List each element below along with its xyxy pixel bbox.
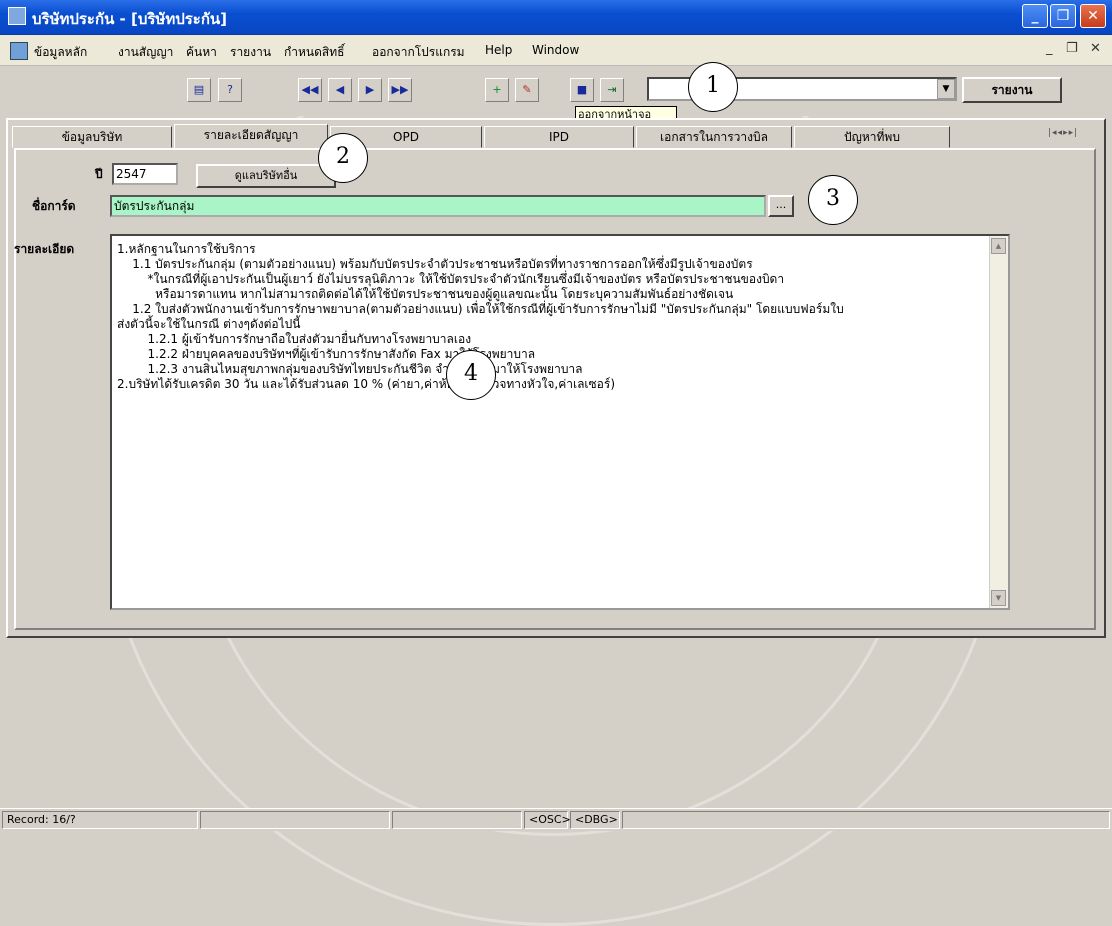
tab-scroll-arrows[interactable]: |◂◂▸▸| [1048,128,1098,146]
minimize-button[interactable]: _ [1022,4,1048,28]
detail-line: หรือมารดาแทน หากไม่สามารถติดต่อได้ให้ใช้… [117,287,734,301]
callout-2: 2 [318,133,368,183]
menu-search[interactable]: ค้นหา [186,43,217,62]
card-name-field[interactable]: บัตรประกันกลุ่ม [110,195,766,217]
chevron-down-icon[interactable]: ▼ [937,79,955,99]
record-status: Record: 16/? [2,811,198,829]
app-icon [8,7,26,25]
maximize-button[interactable]: ❐ [1050,4,1076,28]
tab-contract-details[interactable]: รายละเอียดสัญญา [174,124,328,148]
detail-line: 1.2.1 ผู้เข้ารับการรักษาถือใบส่งตัวมายื่… [117,332,472,346]
callout-1: 1 [688,62,738,112]
prev-record-icon: ◀ [335,83,345,96]
detail-textarea[interactable]: 1.หลักฐานในการใช้บริการ 1.1 บัตรประกันกล… [110,234,1010,610]
dbg-indicator: <DBG> [570,811,620,829]
menu-bar: ข้อมูลหลัก งานสัญญา ค้นหา รายงาน กำหนดสิ… [0,35,1112,66]
status-cell-3 [392,811,522,829]
card-name-label: ชื่อการ์ด [32,199,76,213]
print-button[interactable]: ▤ [187,78,211,102]
delete-record-button[interactable]: ✎ [515,78,539,102]
mdi-close-button[interactable]: ✕ [1090,41,1101,56]
first-record-icon: ◀◀ [301,83,319,96]
tab-ipd[interactable]: IPD [484,126,634,148]
detail-line: 1.1 บัตรประกันกลุ่ม (ตามตัวอย่างแนบ) พร้… [117,257,753,271]
mdi-restore-button[interactable]: ❐ [1066,41,1078,56]
document-icon [10,42,28,60]
osc-indicator: <OSC> [524,811,571,829]
menu-help[interactable]: Help [485,43,512,57]
menu-exit-program[interactable]: ออกจากโปรแกรม [372,43,465,62]
close-button[interactable]: ✕ [1080,4,1106,28]
detail-line: 1.หลักฐานในการใช้บริการ [117,242,256,256]
title-bar: บริษัทประกัน - [บริษัทประกัน] _ ❐ ✕ [0,0,1112,35]
detail-label: รายละเอียด [14,242,75,256]
next-record-icon: ▶ [365,83,375,96]
callout-4: 4 [446,350,496,400]
menu-contracts[interactable]: งานสัญญา [118,43,173,62]
new-record-button[interactable]: + [485,78,509,102]
detail-line: 1.2.3 งานสินไหมสุขภาพกลุ่มของบริษัทไทยปร… [117,362,583,376]
save-icon: ■ [576,83,588,96]
care-other-company-button[interactable]: ดูแลบริษัทอื่น [196,164,336,188]
status-bar: Record: 16/? <OSC> <DBG> [0,808,1112,831]
delete-record-icon: ✎ [522,83,532,96]
menu-master-data[interactable]: ข้อมูลหลัก [34,43,87,62]
tab-company-info[interactable]: ข้อมูลบริษัท [12,126,172,148]
year-field[interactable]: 2547 [112,163,178,185]
detail-line: 2.บริษัทได้รับเครดิต 30 วัน และได้รับส่ว… [117,377,616,391]
save-button[interactable]: ■ [570,78,594,102]
prev-record-button[interactable]: ◀ [328,78,352,102]
report-button[interactable]: รายงาน [962,77,1062,103]
year-label: ปี [95,167,103,181]
scroll-up-icon[interactable]: ▲ [991,238,1006,254]
detail-line: *ในกรณีที่ผู้เอาประกันเป็นผู้เยาว์ ยังไม… [117,272,785,286]
menu-window[interactable]: Window [532,43,579,57]
last-record-button[interactable]: ▶▶ [388,78,412,102]
status-cell-6 [622,811,1110,829]
exit-button[interactable]: ⇥ [600,78,624,102]
status-cell-2 [200,811,390,829]
card-lookup-button[interactable]: ... [768,195,794,217]
detail-scrollbar[interactable]: ▲ ▼ [989,236,1008,608]
help-button[interactable]: ? [218,78,242,102]
tab-problems[interactable]: ปัญหาที่พบ [794,126,950,148]
detail-line: 1.2.2 ฝ่ายบุคคลของบริษัทฯที่ผู้เข้ารับกา… [117,347,536,361]
detail-line: ส่งตัวนี้จะใช้ในกรณี ต่างๆดังต่อไปนี้ [117,317,301,331]
tab-billing-documents[interactable]: เอกสารในการวางบิล [636,126,792,148]
print-icon: ▤ [193,83,205,96]
menu-reports[interactable]: รายงาน [230,43,271,62]
detail-line: 1.2 ใบส่งตัวพนักงานเข้ารับการรักษาพยาบาล… [117,302,844,316]
window-title: บริษัทประกัน - [บริษัทประกัน] [32,10,228,28]
scroll-down-icon[interactable]: ▼ [991,590,1006,606]
mdi-minimize-button[interactable]: _ [1046,41,1053,56]
new-record-icon: + [492,83,502,96]
first-record-button[interactable]: ◀◀ [298,78,322,102]
menu-permissions[interactable]: กำหนดสิทธิ์ [284,43,344,62]
help-icon: ? [227,83,233,96]
exit-icon: ⇥ [607,83,617,96]
last-record-icon: ▶▶ [391,83,409,96]
next-record-button[interactable]: ▶ [358,78,382,102]
callout-3: 3 [808,175,858,225]
